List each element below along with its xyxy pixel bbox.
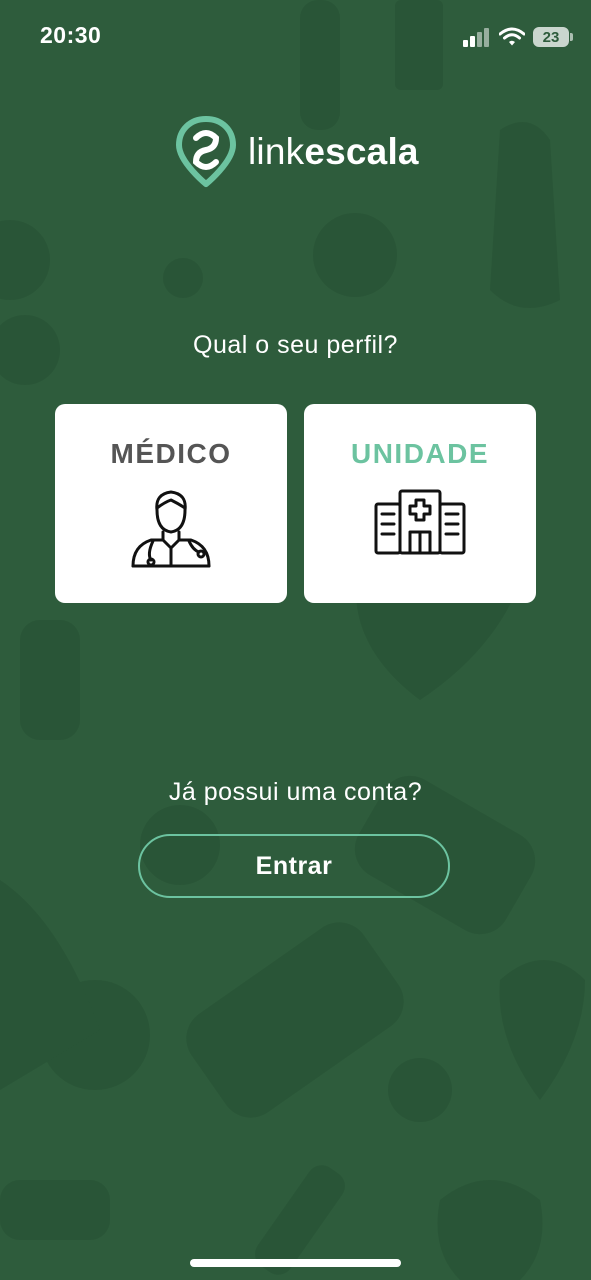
battery-level: 23: [542, 28, 560, 46]
app-logo: linkescala: [176, 116, 419, 188]
login-button[interactable]: Entrar: [138, 834, 450, 898]
status-bar: 20:30 23: [0, 0, 591, 72]
profile-card-medico-label: MÉDICO: [110, 438, 232, 469]
wifi-icon: [499, 27, 525, 46]
medical-pattern-background: [0, 0, 585, 1280]
hospital-icon: [374, 489, 466, 555]
profile-question: Qual o seu perfil?: [193, 331, 398, 359]
status-icons: 23: [463, 24, 573, 50]
profile-card-medico[interactable]: MÉDICO: [55, 404, 287, 603]
logo-text: linkescala: [248, 131, 419, 173]
home-indicator[interactable]: [190, 1259, 401, 1267]
doctor-icon: [131, 490, 211, 568]
signal-icon: [463, 28, 489, 47]
account-question: Já possui uma conta?: [168, 778, 423, 806]
battery-icon: 23: [533, 27, 573, 47]
profile-card-unidade[interactable]: UNIDADE: [304, 404, 536, 603]
logo-text-light: link: [248, 131, 305, 172]
logo-pin-icon: [176, 116, 236, 187]
profile-card-unidade-label: UNIDADE: [350, 438, 490, 469]
logo-text-bold: escala: [304, 131, 419, 172]
status-time: 20:30: [40, 22, 102, 48]
